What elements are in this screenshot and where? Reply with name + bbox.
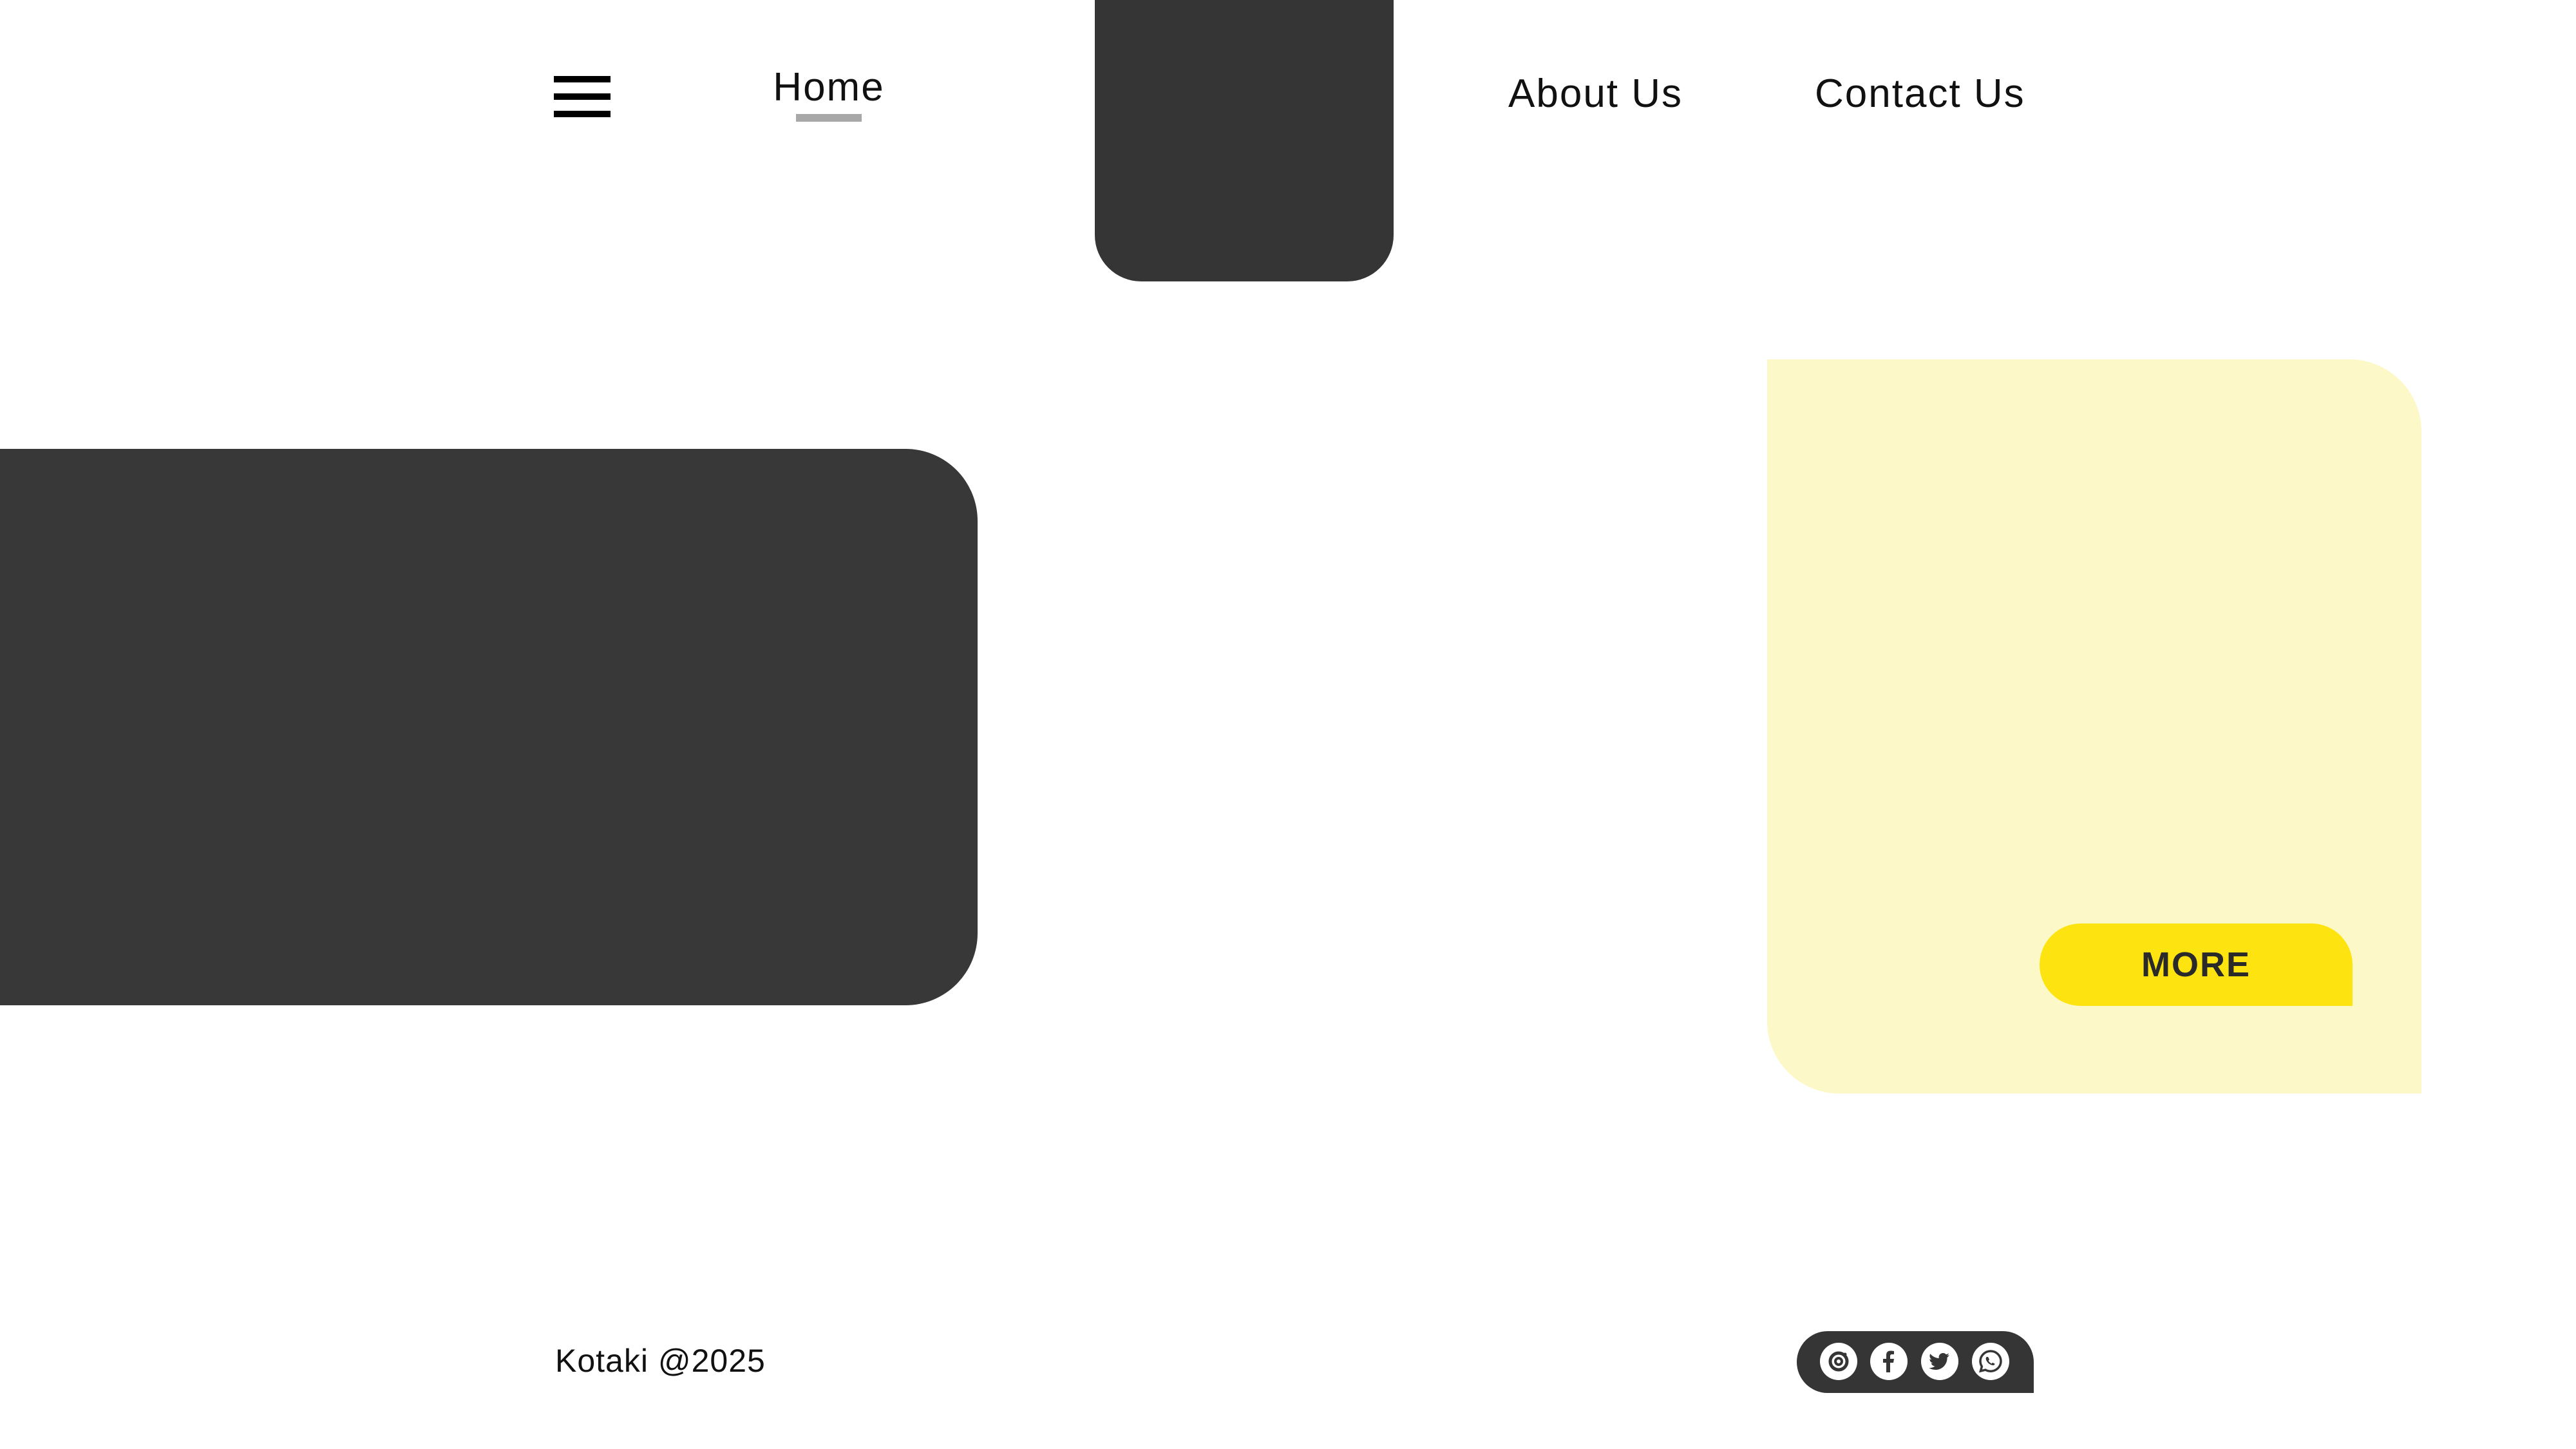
menu-line	[554, 111, 611, 117]
active-nav-indicator	[796, 114, 862, 122]
landing-page: Home About Us Contact Us MORE Kotaki @20…	[0, 0, 2576, 1449]
hamburger-menu-icon[interactable]	[554, 76, 611, 117]
social-links-bar	[1797, 1331, 2034, 1393]
instagram-icon[interactable]	[1820, 1343, 1857, 1380]
twitter-icon[interactable]	[1921, 1343, 1958, 1380]
whatsapp-icon[interactable]	[1972, 1343, 2009, 1380]
nav-contact-link[interactable]: Contact Us	[1815, 71, 2025, 117]
hero-image-block	[0, 449, 978, 1005]
nav-about-link[interactable]: About Us	[1508, 71, 1683, 117]
menu-line	[554, 93, 611, 100]
footer-copyright: Kotaki @2025	[555, 1343, 766, 1379]
logo-tab[interactable]	[1095, 0, 1394, 281]
more-button[interactable]: MORE	[2040, 923, 2353, 1006]
nav-home-link[interactable]: Home	[768, 64, 890, 110]
menu-line	[554, 76, 611, 82]
facebook-icon[interactable]	[1870, 1343, 1908, 1380]
